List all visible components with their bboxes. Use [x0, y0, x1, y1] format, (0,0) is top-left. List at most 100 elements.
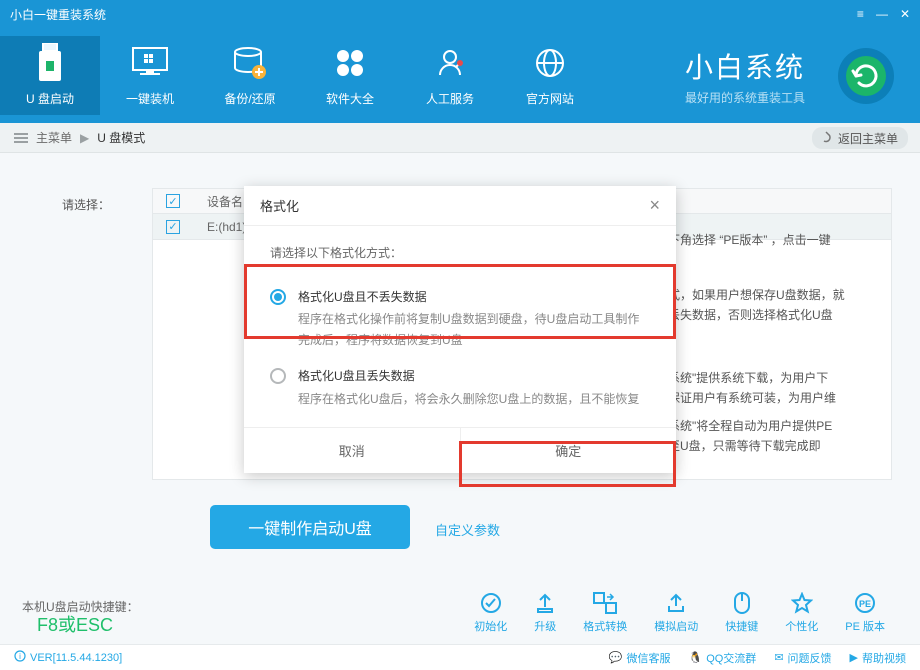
nav-label: 一键装机 — [100, 90, 200, 107]
bottom-toolbar: 初始化 升级 格式转换 模拟启动 快捷键 个性化 PE PE 版本 — [474, 590, 885, 634]
wechat-icon: 💬 — [609, 651, 623, 664]
star-icon — [785, 590, 818, 616]
tool-format[interactable]: 格式转换 — [583, 590, 627, 634]
create-usb-button[interactable]: 一键制作启动U盘 — [210, 505, 410, 549]
format-dialog: 格式化 × 请选择以下格式化方式： 格式化U盘且不丢失数据 程序在格式化操作前将… — [244, 186, 676, 473]
tool-label: 模拟启动 — [654, 621, 698, 633]
footer-feedback[interactable]: ✉问题反馈 — [774, 650, 831, 666]
tool-init[interactable]: 初始化 — [474, 590, 507, 634]
minimize-icon[interactable]: — — [876, 7, 888, 21]
nav-service[interactable]: 人工服务 — [400, 36, 500, 115]
svg-text:i: i — [19, 652, 21, 661]
brand-title: 小白系统 — [685, 46, 805, 86]
check-circle-icon — [474, 590, 507, 616]
option-text: 格式化U盘且丢失数据 程序在格式化U盘后，将会永久删除您U盘上的数据，且不能恢复 — [298, 366, 639, 409]
crumb-current: U 盘模式 — [97, 129, 145, 146]
upload-icon — [654, 590, 698, 616]
usb-icon — [0, 36, 100, 90]
video-icon: ▶ — [850, 651, 858, 664]
app-title: 小白一键重装系统 — [10, 6, 106, 23]
info-text-1: ，右下角选择 “PE版本” ，点击一键 — [644, 230, 874, 250]
tool-label: 格式转换 — [583, 621, 627, 633]
tool-upgrade[interactable]: 升级 — [534, 590, 556, 634]
qq-icon: 🐧 — [688, 651, 702, 664]
info-text-2: 化方式，如果用户想保存U盘数据，就 且不丢失数据，否则选择格式化U盘 — [644, 285, 874, 326]
version-text: VER[11.5.44.1230] — [30, 652, 122, 664]
nav-items: U 盘启动 一键装机 备份/还原 软件大全 人工服务 — [0, 36, 600, 115]
nav-label: 软件大全 — [300, 90, 400, 107]
nav-label: 人工服务 — [400, 90, 500, 107]
option-desc: 程序在格式化U盘后，将会永久删除您U盘上的数据，且不能恢复 — [298, 389, 639, 409]
checkbox-icon: ✓ — [166, 220, 180, 234]
option-keep-data[interactable]: 格式化U盘且不丢失数据 程序在格式化操作前将复制U盘数据到硬盘，待U盘启动工具制… — [270, 277, 650, 356]
footer-help[interactable]: ▶帮助视频 — [850, 650, 906, 666]
close-icon[interactable]: ✕ — [900, 7, 910, 21]
back-to-main-button[interactable]: 返回主菜单 — [812, 127, 908, 149]
pe-icon: PE — [845, 590, 885, 616]
dialog-body: 请选择以下格式化方式： 格式化U盘且不丢失数据 程序在格式化操作前将复制U盘数据… — [244, 226, 676, 427]
radio-unselected-icon — [270, 368, 286, 384]
footer-links: 💬微信客服 🐧QQ交流群 ✉问题反馈 ▶帮助视频 — [609, 650, 906, 666]
tool-hotkey[interactable]: 快捷键 — [725, 590, 758, 634]
crumb-home[interactable]: 主菜单 — [36, 129, 72, 146]
option-desc: 程序在格式化操作前将复制U盘数据到硬盘，待U盘启动工具制作完成后，程序将数据恢复… — [298, 309, 650, 350]
top-nav: U 盘启动 一键装机 备份/还原 软件大全 人工服务 — [0, 28, 920, 123]
brand: 小白系统 最好用的系统重装工具 — [685, 46, 805, 106]
footer-wechat[interactable]: 💬微信客服 — [609, 650, 671, 666]
footer-qq[interactable]: 🐧QQ交流群 — [688, 650, 756, 666]
refresh-badge-icon[interactable] — [836, 46, 896, 111]
tool-label: 个性化 — [785, 621, 818, 633]
nav-software[interactable]: 软件大全 — [300, 36, 400, 115]
checkbox-icon: ✓ — [166, 194, 180, 208]
back-label: 返回主菜单 — [838, 130, 898, 147]
dialog-intro: 请选择以下格式化方式： — [270, 244, 650, 261]
custom-params-link[interactable]: 自定义参数 — [435, 520, 500, 539]
select-label: 请选择： — [62, 196, 110, 213]
mouse-icon — [725, 590, 758, 616]
option-title: 格式化U盘且不丢失数据 — [298, 287, 650, 307]
window-controls: ≡ — ✕ — [857, 7, 910, 21]
tool-label: 初始化 — [474, 621, 507, 633]
apps-icon — [300, 36, 400, 90]
nav-usb-boot[interactable]: U 盘启动 — [0, 36, 100, 115]
database-icon — [200, 36, 300, 90]
nav-label: U 盘启动 — [0, 90, 100, 107]
tool-pe-version[interactable]: PE PE 版本 — [845, 590, 885, 634]
support-icon — [400, 36, 500, 90]
option-title: 格式化U盘且丢失数据 — [298, 366, 639, 386]
chevron-right-icon: ▶ — [80, 131, 89, 145]
nav-label: 官方网站 — [500, 90, 600, 107]
nav-backup[interactable]: 备份/还原 — [200, 36, 300, 115]
tool-label: 快捷键 — [725, 621, 758, 633]
dialog-close-button[interactable]: × — [649, 195, 660, 216]
radio-selected-icon — [270, 289, 286, 305]
list-icon — [14, 132, 30, 144]
option-text: 格式化U盘且不丢失数据 程序在格式化操作前将复制U盘数据到硬盘，待U盘启动工具制… — [298, 287, 650, 350]
row-checkbox-cell[interactable]: ✓ — [153, 219, 193, 234]
info-circle-icon: i — [14, 650, 26, 665]
dialog-header: 格式化 × — [244, 186, 676, 226]
nav-install[interactable]: 一键装机 — [100, 36, 200, 115]
tool-customize[interactable]: 个性化 — [785, 590, 818, 634]
status-bar: i VER[11.5.44.1230] 💬微信客服 🐧QQ交流群 ✉问题反馈 ▶… — [0, 644, 920, 670]
ok-button[interactable]: 确定 — [460, 428, 677, 473]
tool-label: PE 版本 — [845, 621, 885, 633]
cancel-button[interactable]: 取消 — [244, 428, 460, 473]
nav-label: 备份/还原 — [200, 90, 300, 107]
tool-simulate[interactable]: 模拟启动 — [654, 590, 698, 634]
menu-icon[interactable]: ≡ — [857, 7, 864, 21]
brand-subtitle: 最好用的系统重装工具 — [685, 89, 805, 106]
feedback-icon: ✉ — [774, 651, 783, 664]
globe-icon — [500, 36, 600, 90]
header-checkbox-cell[interactable]: ✓ — [153, 194, 193, 209]
option-lose-data[interactable]: 格式化U盘且丢失数据 程序在格式化U盘后，将会永久删除您U盘上的数据，且不能恢复 — [270, 356, 650, 415]
tool-label: 升级 — [534, 621, 556, 633]
hotkey-value: F8或ESC — [37, 611, 113, 637]
upgrade-icon — [534, 590, 556, 616]
dialog-footer: 取消 确定 — [244, 427, 676, 473]
title-bar: 小白一键重装系统 ≡ — ✕ — [0, 0, 920, 28]
nav-website[interactable]: 官方网站 — [500, 36, 600, 115]
monitor-icon — [100, 36, 200, 90]
dialog-title: 格式化 — [260, 196, 299, 215]
convert-icon — [583, 590, 627, 616]
